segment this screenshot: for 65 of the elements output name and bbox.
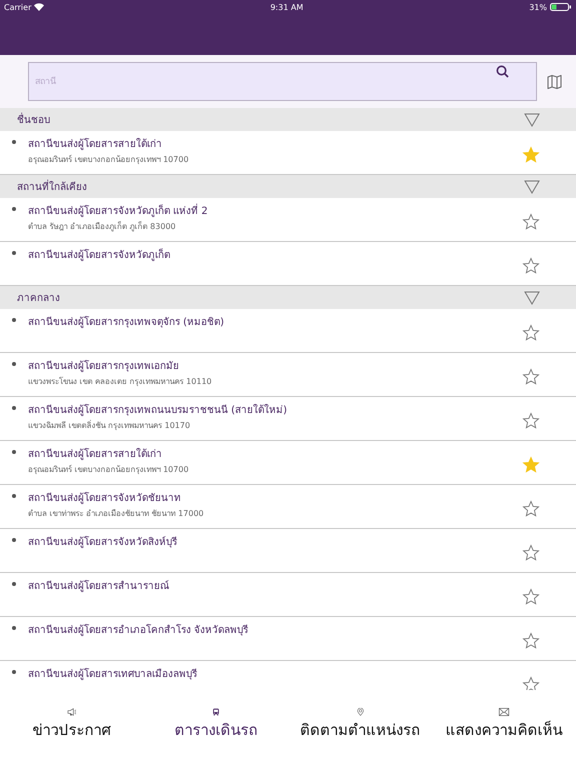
tab-bar-item[interactable]: ติดตามตำแหน่งรถ xyxy=(288,708,432,742)
station-address: อรุณอมรินทร์ เขตบางกอกน้อยกรุงเทพฯ 10700 xyxy=(28,154,190,166)
star-outline-icon[interactable] xyxy=(522,588,540,606)
station-address: แขวงฉิมพลี เขตตลิ่งชัน กรุงเทพมหานคร 10170 xyxy=(28,419,192,432)
section-header[interactable]: ภาคกลาง xyxy=(0,286,576,309)
bullet-icon xyxy=(12,406,16,410)
station-name: สถานีขนส่งผู้โดยสารสายใต้เก่า xyxy=(28,137,163,151)
bullet-icon xyxy=(12,582,16,586)
station-name: สถานีขนส่งผู้โดยสารจังหวัดชัยนาท xyxy=(28,491,182,505)
station-address: แขวงพระโขนง เขต คลองเตย กรุงเทพมหานคร 10110 xyxy=(28,376,213,388)
search-icon xyxy=(496,65,509,78)
bullet-icon xyxy=(12,207,16,211)
bullet-icon xyxy=(12,362,16,366)
map-icon[interactable] xyxy=(547,74,562,88)
station-name: สถานีขนส่งผู้โดยสารสำนารายณ์ xyxy=(28,579,170,593)
station-name: สถานีขนส่งผู้โดยสารจังหวัดสิงห์บุรี xyxy=(28,535,178,549)
tab-bar-item[interactable]: ตารางเดินรถ xyxy=(144,708,288,742)
bullet-icon xyxy=(12,670,16,674)
battery-icon xyxy=(550,3,572,11)
triangle-down-icon[interactable] xyxy=(524,180,540,194)
filled-star-icon[interactable] xyxy=(522,146,540,164)
station-address: ตำบล เขาท่าพระ อำเภอเมืองชัยนาท ชัยนาท 17000 xyxy=(28,508,205,520)
station-name: สถานีขนส่งผู้โดยสารกรุงเทพเอกมัย xyxy=(28,359,180,373)
tab-bar-item[interactable]: แสดงความคิดเห็น xyxy=(432,708,576,742)
station-name: สถานีขนส่งผู้โดยสารจังหวัดภูเก็ต แห่งที่ 2 xyxy=(28,203,522,218)
star-outline-icon[interactable] xyxy=(522,368,540,386)
star-outline-icon[interactable] xyxy=(522,676,540,690)
star-outline-icon[interactable] xyxy=(522,324,540,342)
station-name: สถานีขนส่งผู้โดยสารเทศบาลเมืองลพบุรี xyxy=(28,667,198,681)
station-address: อรุณอมรินทร์ เขตบางกอกน้อยกรุงเทพฯ 10700 xyxy=(28,464,190,476)
station-name: สถานีขนส่งผู้โดยสารกรุงเทพถนนบรมราชชนนี (สายใต้ใหม่) xyxy=(28,403,288,417)
bullet-icon xyxy=(12,140,16,144)
section-header[interactable]: ชื่นชอบ xyxy=(0,108,576,131)
bullet-icon xyxy=(12,318,16,322)
bullet-icon xyxy=(12,626,16,630)
search-field[interactable]: สถานี xyxy=(28,62,537,101)
megaphone-icon xyxy=(65,708,79,716)
station-name: สถานีขนส่งผู้โดยสารจังหวัดภูเก็ต xyxy=(28,247,171,262)
battery-percent: 31% xyxy=(529,2,547,12)
star-outline-icon[interactable] xyxy=(522,257,540,275)
station-name: สถานีขนส่งผู้โดยสารกรุงเทพจตุจักร (หมอชิต) xyxy=(28,315,225,329)
station-address: ตำบล รัษฎา อำเภอเมืองภูเก็ต ภูเก็ต 83000 xyxy=(28,220,177,233)
star-outline-icon[interactable] xyxy=(522,500,540,518)
section-header[interactable]: สถานที่ใกล้เคียง xyxy=(0,175,576,198)
section-title: ชื่นชอบ xyxy=(17,112,50,127)
star-outline-icon[interactable] xyxy=(522,412,540,430)
tab-bar-item[interactable]: ข่าวประกาศ xyxy=(0,708,144,742)
section-title: ภาคกลาง xyxy=(17,292,60,305)
envelope-icon xyxy=(497,708,511,716)
station-name: สถานีขนส่งผู้โดยสารอำเภอโคกสำโรง จังหวัดลพบุรี xyxy=(28,623,250,637)
bullet-icon xyxy=(12,450,16,454)
bullet-icon xyxy=(12,251,16,255)
triangle-down-icon[interactable] xyxy=(524,290,540,304)
filled-star-icon[interactable] xyxy=(522,456,540,474)
carrier-label: Carrier xyxy=(4,2,32,12)
station-name: สถานีขนส่งผู้โดยสารสายใต้เก่า xyxy=(28,447,163,461)
bullet-icon xyxy=(12,494,16,498)
triangle-down-icon[interactable] xyxy=(524,112,540,126)
bullet-icon xyxy=(12,538,16,542)
clock-label: 9:31 AM xyxy=(270,2,304,12)
star-outline-icon[interactable] xyxy=(522,213,540,231)
star-outline-icon[interactable] xyxy=(522,632,540,650)
star-outline-icon[interactable] xyxy=(522,544,540,562)
wifi-icon xyxy=(34,3,44,11)
section-title: สถานที่ใกล้เคียง xyxy=(17,179,87,194)
